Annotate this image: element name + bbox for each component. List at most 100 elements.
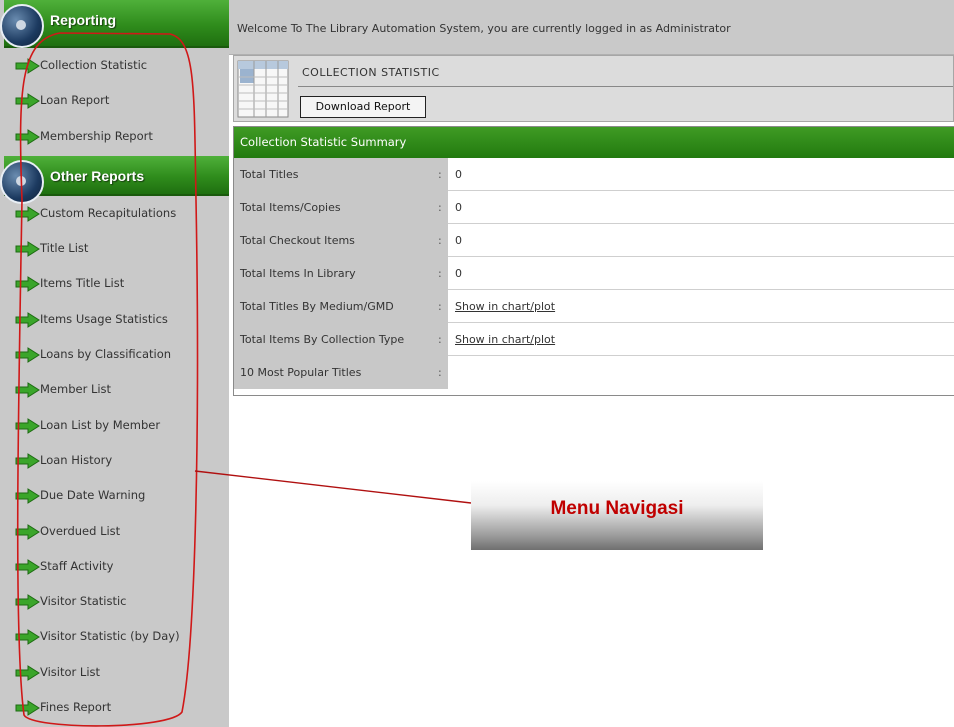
- row-value: 0: [455, 201, 462, 214]
- sidebar-item-label: Loan Report: [40, 93, 110, 108]
- section-title: Other Reports: [50, 167, 145, 184]
- table-row: Total Items In Library : 0: [234, 257, 954, 290]
- sidebar-item-custom-recapitulations[interactable]: Custom Recapitulations: [0, 196, 229, 231]
- green-arrow-icon: [15, 488, 40, 505]
- table-row: Total Titles : 0: [234, 158, 954, 191]
- sidebar-item-overdued-list[interactable]: Overdued List: [0, 514, 229, 549]
- sidebar-item-label: Collection Statistic: [40, 58, 148, 72]
- sidebar-item-label: Visitor List: [40, 664, 101, 679]
- sidebar-item-label: Items Usage Statistics: [40, 311, 168, 326]
- globe-icon: [0, 4, 44, 48]
- divider: [298, 86, 953, 87]
- sidebar-item-membership-report[interactable]: Membership Report: [0, 119, 229, 154]
- sidebar-item-label: Fines Report: [40, 700, 112, 715]
- row-label: Total Items/Copies: [234, 191, 448, 224]
- sidebar-item-member-list[interactable]: Member List: [0, 372, 229, 407]
- row-separator: :: [438, 168, 442, 181]
- download-report-button[interactable]: Download Report: [300, 96, 426, 118]
- sidebar-item-label: Title List: [40, 241, 89, 256]
- sidebar-item-loan-list-by-member[interactable]: Loan List by Member: [0, 408, 229, 443]
- green-arrow-icon: [15, 276, 40, 293]
- page-title: COLLECTION STATISTIC: [302, 66, 440, 79]
- row-label: Total Items By Collection Type: [234, 323, 448, 356]
- sidebar-item-loans-by-classification[interactable]: Loans by Classification: [0, 337, 229, 372]
- green-arrow-icon: [15, 311, 40, 328]
- sidebar-item-fines-report[interactable]: Fines Report: [0, 690, 229, 725]
- annotation-callout: Menu Navigasi: [471, 481, 763, 550]
- sidebar-reporting-list: Collection Statistic Loan Report Members…: [0, 48, 229, 154]
- row-label: Total Titles By Medium/GMD: [234, 290, 448, 323]
- green-arrow-icon: [15, 58, 40, 74]
- sidebar-item-label: Loan List by Member: [40, 417, 161, 432]
- green-arrow-icon: [15, 93, 40, 110]
- table-row: 10 Most Popular Titles :: [234, 356, 954, 389]
- sidebar-item-due-date-warning[interactable]: Due Date Warning: [0, 478, 229, 513]
- section-title: Reporting: [50, 12, 117, 28]
- row-separator: :: [438, 234, 442, 247]
- page-title-box: COLLECTION STATISTIC Download Report: [233, 55, 954, 122]
- green-arrow-icon: [15, 205, 40, 222]
- green-arrow-icon: [15, 558, 40, 575]
- green-arrow-icon: [15, 241, 40, 258]
- sidebar-item-staff-activity[interactable]: Staff Activity: [0, 549, 229, 584]
- table-row: Total Items By Collection Type : Show in…: [234, 323, 954, 356]
- green-arrow-icon: [15, 453, 40, 469]
- sidebar-item-loan-report[interactable]: Loan Report: [0, 83, 229, 118]
- green-arrow-icon: [15, 664, 40, 681]
- sidebar-item-items-title-list[interactable]: Items Title List: [0, 266, 229, 301]
- row-label: Total Items In Library: [234, 257, 448, 290]
- sidebar-item-label: Staff Activity: [40, 558, 114, 573]
- show-chart-link-collection-type[interactable]: Show in chart/plot: [455, 323, 555, 356]
- green-arrow-icon: [15, 594, 40, 611]
- sidebar-item-label: Overdued List: [40, 523, 121, 538]
- sidebar-item-visitor-statistic-by-day[interactable]: Visitor Statistic (by Day): [0, 619, 229, 654]
- sidebar-item-label: Membership Report: [40, 128, 153, 143]
- green-arrow-icon: [15, 417, 40, 434]
- sidebar-item-items-usage-statistics[interactable]: Items Usage Statistics: [0, 302, 229, 337]
- sidebar-item-loan-history[interactable]: Loan History: [0, 443, 229, 478]
- sidebar-item-label: Due Date Warning: [40, 488, 146, 503]
- green-arrow-icon: [15, 629, 40, 646]
- section-header-reporting: Reporting: [0, 0, 229, 48]
- sidebar-item-label: Visitor Statistic: [40, 594, 127, 609]
- sidebar-item-label: Custom Recapitulations: [40, 205, 177, 220]
- annotation-pointer-line: [194, 470, 472, 504]
- green-arrow-icon: [15, 523, 40, 540]
- row-value: 0: [455, 267, 462, 280]
- sidebar-item-label: Member List: [40, 382, 112, 397]
- spreadsheet-icon: [237, 60, 289, 118]
- summary-table: Collection Statistic Summary Total Title…: [233, 126, 954, 396]
- row-value: 0: [455, 234, 462, 247]
- header-bar: Welcome To The Library Automation System…: [229, 0, 954, 55]
- sidebar-item-visitor-list[interactable]: Visitor List: [0, 655, 229, 690]
- row-label: Total Checkout Items: [234, 224, 448, 257]
- sidebar-item-label: Loans by Classification: [40, 347, 172, 362]
- show-chart-link-gmd[interactable]: Show in chart/plot: [455, 290, 555, 323]
- green-arrow-icon: [15, 382, 40, 399]
- table-row: Total Titles By Medium/GMD : Show in cha…: [234, 290, 954, 323]
- sidebar-other-list: Custom Recapitulations Title List Items …: [0, 196, 229, 725]
- row-label: 10 Most Popular Titles: [234, 356, 448, 389]
- sidebar-item-label: Visitor Statistic (by Day): [40, 629, 180, 644]
- row-label: Total Titles: [234, 158, 448, 191]
- row-separator: :: [438, 267, 442, 280]
- row-value: 0: [455, 168, 462, 181]
- summary-header: Collection Statistic Summary: [234, 127, 954, 158]
- sidebar-nav: Reporting Collection Statistic Loan Repo…: [0, 0, 229, 727]
- row-separator: :: [438, 333, 442, 346]
- green-arrow-icon: [15, 700, 40, 716]
- table-row: Total Items/Copies : 0: [234, 191, 954, 224]
- section-header-other-reports: Other Reports: [0, 155, 229, 204]
- row-separator: :: [438, 300, 442, 313]
- sidebar-item-collection-statistic[interactable]: Collection Statistic: [0, 48, 229, 83]
- row-separator: :: [438, 366, 442, 379]
- green-arrow-icon: [15, 347, 40, 363]
- sidebar-item-title-list[interactable]: Title List: [0, 231, 229, 266]
- welcome-text: Welcome To The Library Automation System…: [237, 22, 731, 35]
- green-arrow-icon: [15, 128, 40, 145]
- sidebar-item-label: Items Title List: [40, 276, 125, 291]
- sidebar-item-visitor-statistic[interactable]: Visitor Statistic: [0, 584, 229, 619]
- sidebar-item-label: Loan History: [40, 452, 113, 467]
- table-row: Total Checkout Items : 0: [234, 224, 954, 257]
- row-separator: :: [438, 201, 442, 214]
